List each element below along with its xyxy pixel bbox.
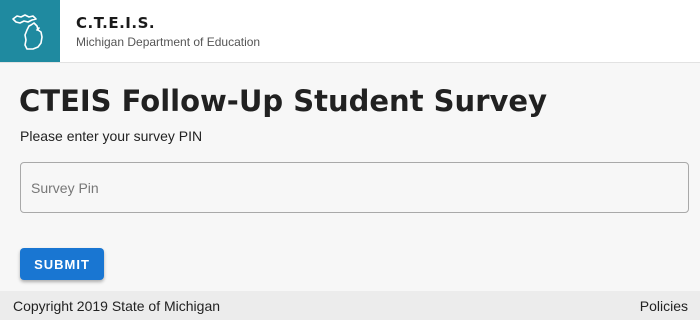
survey-pin-input[interactable] (20, 162, 689, 213)
site-header: C.T.E.I.S. Michigan Department of Educat… (0, 0, 700, 63)
submit-button[interactable]: SUBMIT (20, 248, 104, 280)
policies-link[interactable]: Policies (640, 298, 688, 314)
page-title: CTEIS Follow-Up Student Survey (19, 84, 547, 118)
pin-prompt: Please enter your survey PIN (20, 128, 203, 144)
logo[interactable] (0, 0, 60, 62)
app-title: C.T.E.I.S. (76, 14, 156, 32)
site-footer: Copyright 2019 State of Michigan Policie… (0, 291, 700, 320)
michigan-state-icon (12, 14, 43, 50)
copyright-text: Copyright 2019 State of Michigan (13, 298, 221, 314)
app-subtitle: Michigan Department of Education (76, 35, 261, 49)
